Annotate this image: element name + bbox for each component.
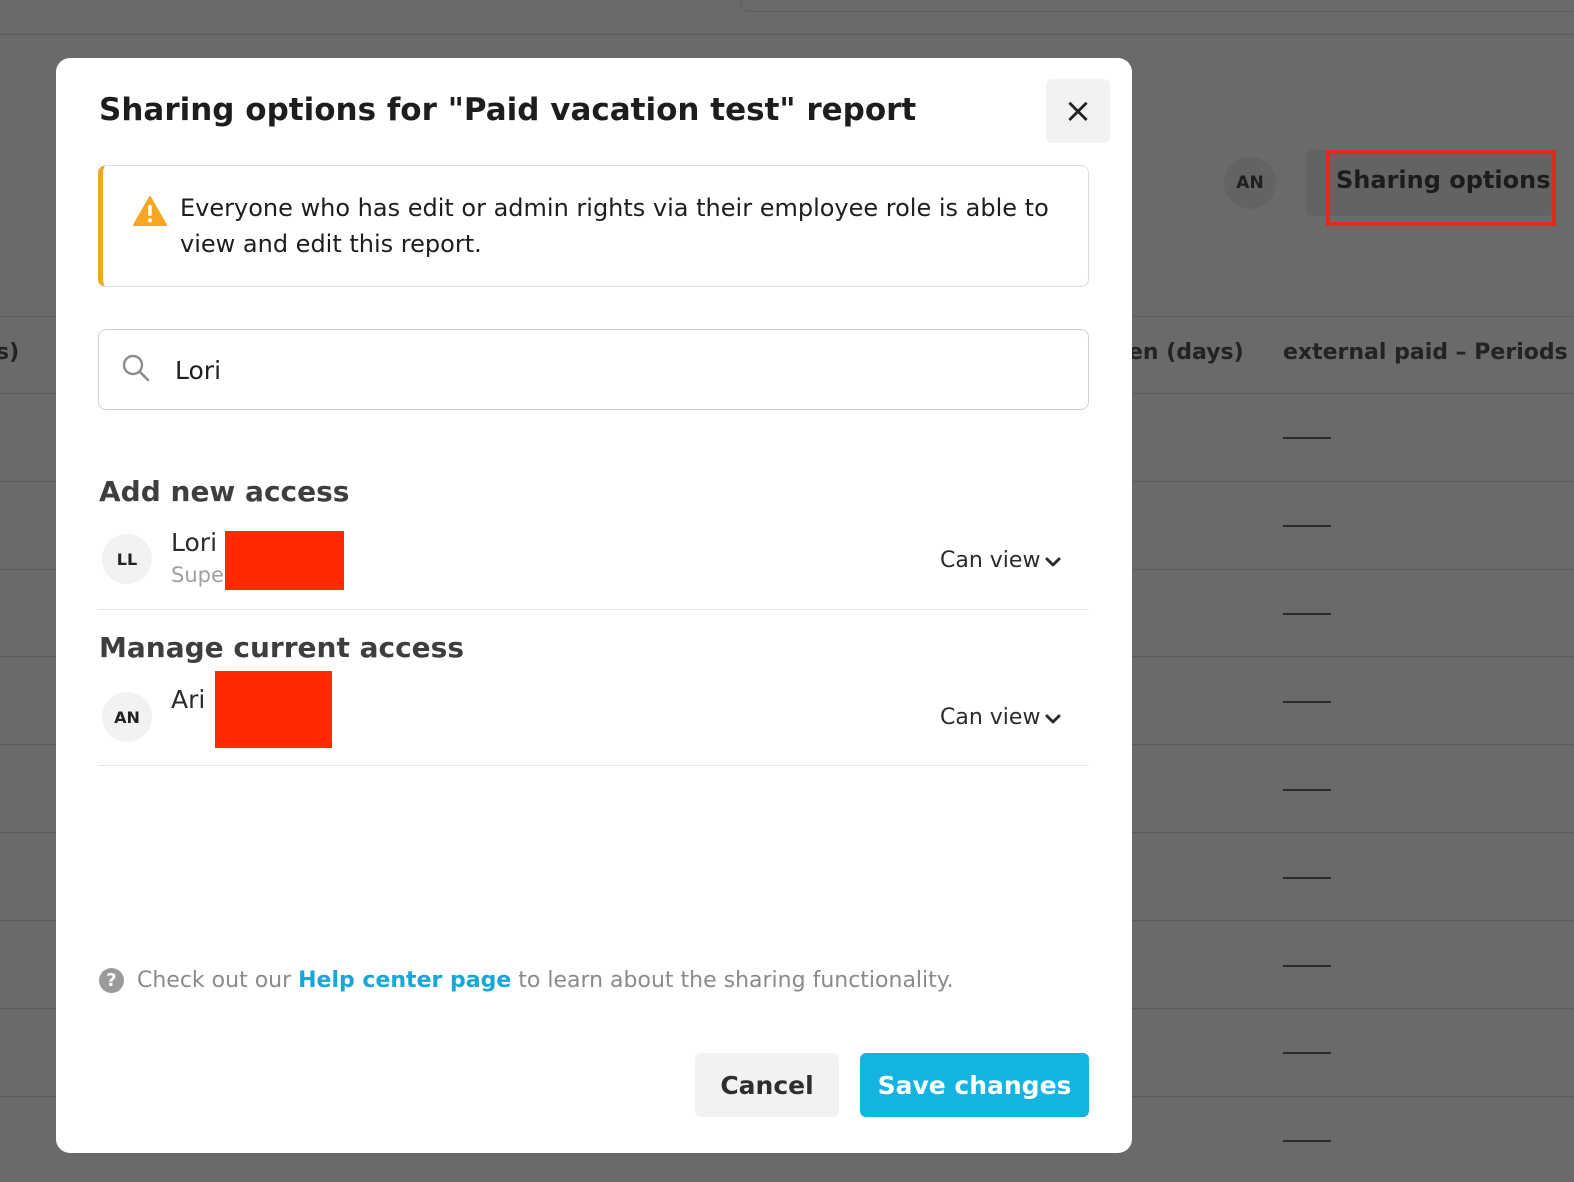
empty-cell [1283,525,1331,527]
empty-cell [1283,965,1331,967]
empty-cell [1283,613,1331,615]
user-name: Ari [171,685,206,714]
info-alert: Everyone who has edit or admin rights vi… [98,165,1089,287]
save-changes-button[interactable]: Save changes [860,1053,1089,1117]
close-button[interactable]: × [1046,79,1110,143]
help-prefix: Check out our [137,968,299,993]
help-suffix: to learn about the sharing functionality… [511,968,954,993]
search-icon [122,354,150,382]
search-field[interactable] [98,329,1089,410]
permission-label: Can view [940,705,1041,730]
highlight-box [1326,150,1556,226]
warning-icon [133,196,167,226]
cancel-button[interactable]: Cancel [695,1053,839,1117]
avatar: AN [102,692,152,742]
add-new-access-title: Add new access [99,475,350,508]
list-item: LL Lori Super Can view [98,528,1089,610]
empty-cell [1283,437,1331,439]
empty-cell [1283,701,1331,703]
row-divider [98,609,1089,610]
avatar[interactable]: AN [1224,157,1276,209]
sharing-options-dialog: Sharing options for "Paid vacation test"… [56,58,1132,1153]
help-icon: ? [99,968,124,993]
divider [0,34,1574,35]
empty-cell [1283,1052,1331,1054]
manage-current-access-title: Manage current access [99,631,464,664]
user-name: Lori [171,528,218,557]
column-header: en (days) [1128,340,1244,365]
empty-cell [1283,789,1331,791]
search-input[interactable] [175,348,1055,392]
chevron-down-icon [1045,557,1061,567]
help-center-link[interactable]: Help center page [298,968,511,993]
top-bar [740,0,1574,12]
redaction [215,671,332,748]
empty-cell [1283,1140,1331,1142]
permission-dropdown[interactable]: Can view [940,548,1061,573]
permission-label: Can view [940,548,1041,573]
permission-dropdown[interactable]: Can view [940,705,1061,730]
close-icon: × [1063,91,1093,131]
column-header: external paid – Periods [1283,340,1568,365]
user-role: Super [171,563,233,587]
dialog-title: Sharing options for "Paid vacation test"… [99,92,917,128]
chevron-down-icon [1045,714,1061,724]
empty-cell [1283,877,1331,879]
redaction [225,531,344,590]
column-header: s) [0,340,20,365]
avatar: LL [102,534,152,584]
alert-message: Everyone who has edit or admin rights vi… [180,194,1049,258]
list-item: AN Ari Can view [98,671,1089,765]
row-divider [98,765,1089,766]
